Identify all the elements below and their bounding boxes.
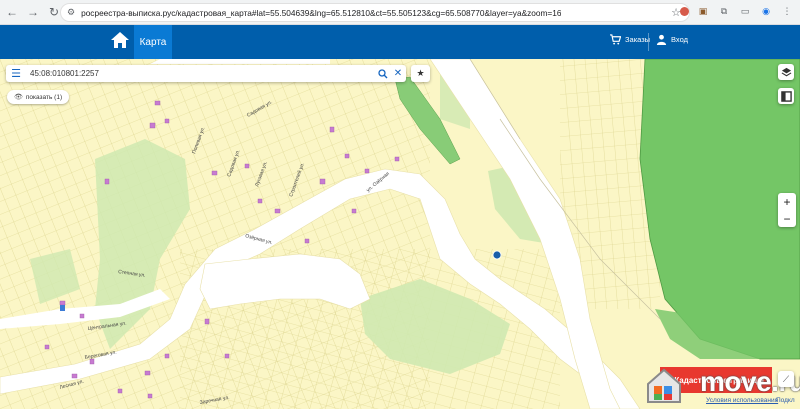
forward-icon[interactable]: → [24, 3, 42, 21]
ruler-icon[interactable]: ⟋ [778, 371, 794, 387]
menu-icon[interactable]: ☰ [6, 67, 26, 80]
home-icon[interactable] [110, 30, 130, 52]
clear-icon[interactable]: ✕ [390, 68, 406, 79]
terms-link[interactable]: Условия использования [706, 397, 778, 404]
header-divider [648, 33, 649, 51]
profile-avatar-icon[interactable]: ◉ [759, 4, 773, 18]
browser-menu-icon[interactable]: ⋮ [780, 4, 794, 18]
extensions-puzzle-icon[interactable]: ⧉ [717, 4, 731, 18]
move-logo-icon [647, 368, 681, 403]
extension-icon-1[interactable] [680, 6, 689, 16]
app-header: Карта Заказы Вход [0, 25, 800, 59]
map-canvas[interactable]: Садовая ул. Полевая ул. Садовая ул. Луго… [0, 59, 800, 409]
map-pin-icon[interactable] [60, 305, 65, 311]
layers-icon [781, 67, 791, 76]
show-button-label: показать (1) [25, 93, 63, 101]
site-info-icon[interactable]: ⚙ [67, 7, 75, 18]
map-type-button[interactable] [778, 88, 794, 104]
cart-icon [610, 34, 621, 45]
eye-icon: 👁 [14, 94, 23, 101]
url-text[interactable]: росреестра-выписка.рус/кадастровая_карта… [81, 8, 561, 18]
search-input[interactable]: 45:08:010801:2257 [26, 69, 376, 78]
layers-button[interactable] [778, 64, 794, 80]
orders-label: Заказы [625, 35, 651, 44]
orders-link[interactable]: Заказы [610, 34, 650, 45]
login-label: Вход [671, 35, 688, 44]
sidebar-icon[interactable]: ▭ [738, 4, 752, 18]
attribution-link[interactable]: Подкл [776, 397, 795, 404]
extension-icon-2[interactable]: ▣ [696, 4, 710, 18]
browser-toolbar: ← → ↻ ⚙ росреестра-выписка.рус/кадастров… [0, 0, 800, 25]
zoom-in-button[interactable]: + [778, 193, 796, 210]
cadastral-map[interactable]: Садовая ул. Полевая ул. Садовая ул. Луго… [0, 59, 800, 409]
zoom-controls: + − [778, 193, 796, 227]
login-link[interactable]: Вход [656, 34, 688, 45]
extension-icons: ▣ ⧉ ▭ ◉ ⋮ [680, 4, 794, 18]
user-icon [656, 34, 667, 45]
show-button[interactable]: 👁 показать (1) [7, 90, 70, 104]
square-icon [780, 90, 792, 102]
address-bar[interactable]: ⚙ росреестра-выписка.рус/кадастровая_кар… [60, 3, 690, 22]
search-icon[interactable] [376, 67, 390, 81]
back-icon[interactable]: ← [3, 3, 21, 21]
favorite-star-button[interactable]: ★ [411, 65, 430, 82]
location-marker[interactable] [492, 250, 502, 260]
cadastral-search: ☰ 45:08:010801:2257 ✕ [6, 65, 406, 82]
tab-map[interactable]: Карта [134, 25, 172, 59]
zoom-out-button[interactable]: − [778, 210, 796, 227]
